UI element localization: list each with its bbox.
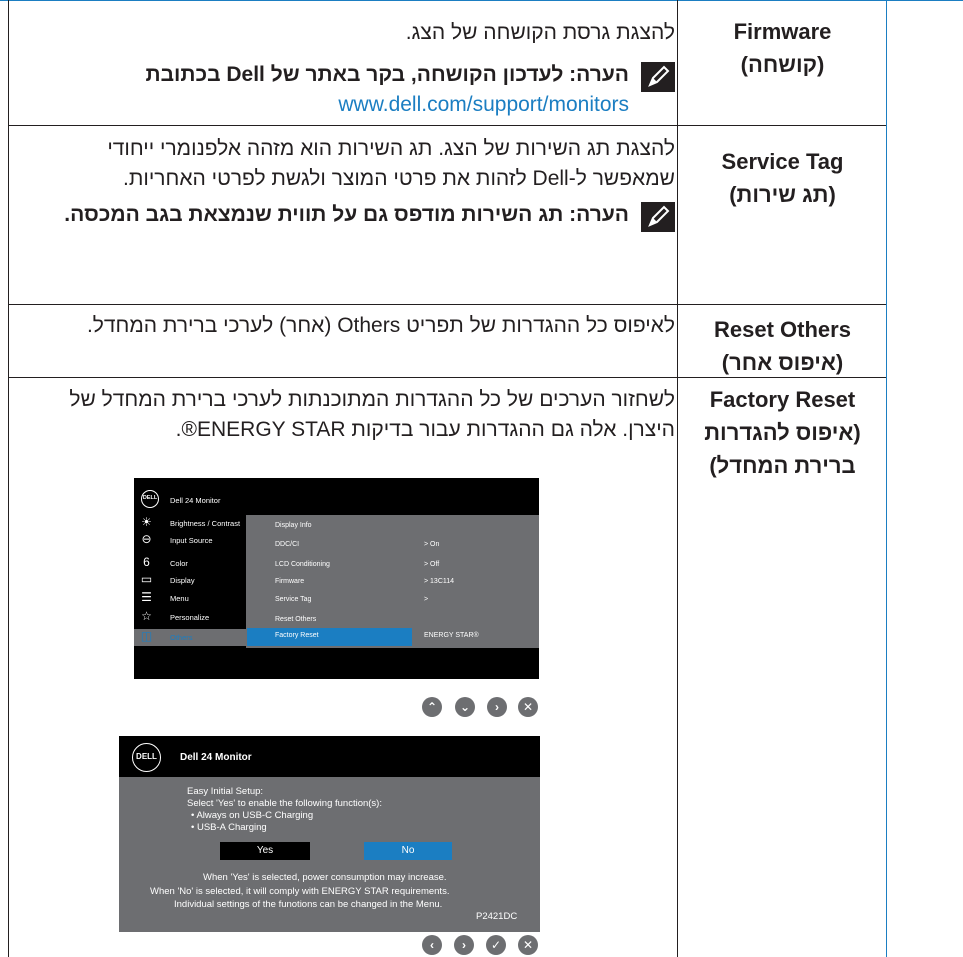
osd-menu-item-display[interactable]: ▭ Display	[134, 572, 246, 589]
setting-name-service-tag: Service Tag (תג שירות)	[680, 145, 885, 211]
osd-menu-item-personalize[interactable]: ☆ Personalize	[134, 609, 246, 626]
osd-footer	[246, 648, 539, 679]
table-top-border	[0, 0, 963, 1]
display-icon: ▭	[140, 572, 153, 586]
right-icon[interactable]: ›	[454, 935, 474, 955]
setting-name-he: (תג שירות)	[729, 182, 836, 207]
pencil-note-icon	[641, 62, 675, 92]
osd-menu-label: Color	[170, 559, 188, 568]
setting-name-en: Factory Reset	[709, 387, 856, 412]
osd-menu-label: Brightness / Contrast	[170, 519, 241, 528]
pencil-note-icon	[641, 202, 675, 232]
osd2-model-number: P2421DC	[476, 911, 518, 922]
osd-menu-label: Personalize	[170, 613, 210, 622]
setting-name-factory-reset: Factory Reset (איפוס להגדרות ברירת המחדל…	[680, 383, 885, 482]
osd-submenu-factory-reset: Factory Reset	[275, 632, 319, 639]
setting-description-service-tag: להצגת תג השירות של הצג. תג השירות הוא מז…	[20, 134, 675, 232]
right-icon[interactable]: ›	[487, 697, 507, 717]
osd2-instruction: Select 'Yes' to enable the following fun…	[187, 798, 382, 809]
input-source-icon: ⊖	[141, 532, 152, 546]
note-service-tag: הערה: תג השירות מודפס גם על תווית שנמצאת…	[20, 200, 675, 232]
note-firmware: הערה: לעדכון הקושחה, בקר באתר של Dell בכ…	[20, 60, 675, 120]
dell-logo: DELL	[132, 743, 161, 772]
osd-menu-label: Others	[170, 633, 193, 642]
osd-submenu-service-tag[interactable]: Service Tag	[275, 596, 311, 603]
down-icon[interactable]: ⌄	[455, 697, 475, 717]
osd-menu-label: Display	[170, 576, 195, 585]
setting-name-he: (איפוס להגדרות ברירת המחדל)	[704, 420, 861, 478]
table-left-border	[8, 0, 9, 957]
setting-name-en: Reset Others	[714, 317, 851, 342]
table-column-divider	[677, 0, 678, 957]
note-text: הערה: תג השירות מודפס גם על תווית שנמצאת…	[64, 203, 629, 226]
osd-easy-initial-setup-screenshot: DELL Dell 24 Monitor Easy Initial Setup:…	[119, 736, 540, 932]
osd-submenu-firmware[interactable]: Firmware	[275, 578, 304, 585]
osd-value-lcd-conditioning: > Off	[424, 561, 440, 568]
description-text: להצגת גרסת הקושחה של הצג.	[405, 21, 675, 44]
osd-value-firmware: > 13C114	[424, 578, 455, 585]
close-icon[interactable]: ✕	[518, 697, 538, 717]
osd-title: Dell 24 Monitor	[170, 496, 221, 505]
close-icon[interactable]: ✕	[518, 935, 538, 955]
osd2-function-item: • USB-A Charging	[191, 822, 267, 833]
setting-name-reset-others: Reset Others (איפוס אחר)	[680, 313, 885, 379]
osd-menu-item-input-source[interactable]: ⊖ Input Source	[134, 532, 246, 549]
osd-menu-item-brightness[interactable]: ☀ Brightness / Contrast	[134, 515, 246, 532]
osd2-footer-text: When 'No' is selected, it will comply wi…	[150, 886, 450, 897]
support-link[interactable]: www.dell.com/support/monitors	[20, 90, 629, 120]
osd-menu-item-color[interactable]: 6 Color	[134, 555, 246, 572]
setting-name-he: (איפוס אחר)	[721, 350, 844, 375]
row-divider	[8, 304, 886, 305]
yes-button[interactable]: Yes	[220, 842, 310, 860]
check-icon[interactable]: ✓	[486, 935, 506, 955]
setting-description-factory-reset: לשחזור הערכים של כל ההגדרות המתוכנתות לע…	[69, 388, 675, 441]
dell-logo: DELL	[141, 490, 159, 508]
star-icon: ☆	[141, 609, 152, 623]
osd-submenu-ddc-ci[interactable]: DDC/CI	[275, 541, 299, 548]
sun-icon: ☀	[141, 515, 152, 529]
setting-name-en: Firmware	[733, 19, 832, 44]
up-icon[interactable]: ⌃	[422, 697, 442, 717]
others-icon: ◫	[140, 629, 153, 643]
osd-menu-label: Menu	[170, 594, 189, 603]
osd-menu-item-menu[interactable]: ☰ Menu	[134, 590, 246, 607]
table-outer-right-border	[886, 0, 887, 957]
note-text: הערה: לעדכון הקושחה, בקר באתר של Dell בכ…	[145, 63, 629, 86]
osd2-footer-text: When 'Yes' is selected, power consumptio…	[203, 872, 447, 883]
osd-selected-factory-reset[interactable]	[247, 628, 412, 646]
setting-description-reset-others: לאיפוס כל ההגדרות של תפריט Others (אחר) …	[86, 314, 675, 337]
osd-menu-item-others[interactable]: ◫ Others	[134, 629, 246, 646]
color-icon: 6	[143, 555, 150, 569]
osd2-heading: Easy Initial Setup:	[187, 786, 264, 797]
setting-name-en: Service Tag	[721, 149, 844, 174]
osd-submenu-lcd-conditioning[interactable]: LCD Conditioning	[275, 561, 330, 568]
no-button[interactable]: No	[364, 842, 452, 860]
menu-icon: ☰	[141, 590, 152, 604]
osd2-title: Dell 24 Monitor	[180, 752, 252, 763]
setting-name-firmware: Firmware (קושחה)	[680, 15, 885, 81]
osd-value-ddc-ci: > On	[424, 541, 440, 548]
setting-description-firmware: להצגת גרסת הקושחה של הצג. הערה: לעדכון ה…	[20, 18, 675, 120]
osd2-function-item: • Always on USB-C Charging	[191, 810, 314, 821]
setting-name-he: (קושחה)	[740, 52, 825, 77]
osd-others-menu-screenshot: DELL Dell 24 Monitor ☀ Brightness / Contr…	[134, 478, 539, 679]
description-text: להצגת תג השירות של הצג. תג השירות הוא מז…	[107, 137, 675, 190]
osd-menu-label: Input Source	[170, 536, 213, 545]
osd-submenu-display-info[interactable]: Display Info	[275, 522, 312, 529]
osd-header	[246, 478, 539, 515]
row-divider	[8, 125, 886, 126]
osd2-footer-text: Individual settings of the funotions can…	[174, 899, 443, 910]
osd-submenu-reset-others[interactable]: Reset Others	[275, 616, 316, 623]
left-icon[interactable]: ‹	[422, 935, 442, 955]
osd-value-factory-reset: ENERGY STAR®	[424, 632, 479, 639]
osd-value-service-tag: >	[424, 596, 429, 603]
